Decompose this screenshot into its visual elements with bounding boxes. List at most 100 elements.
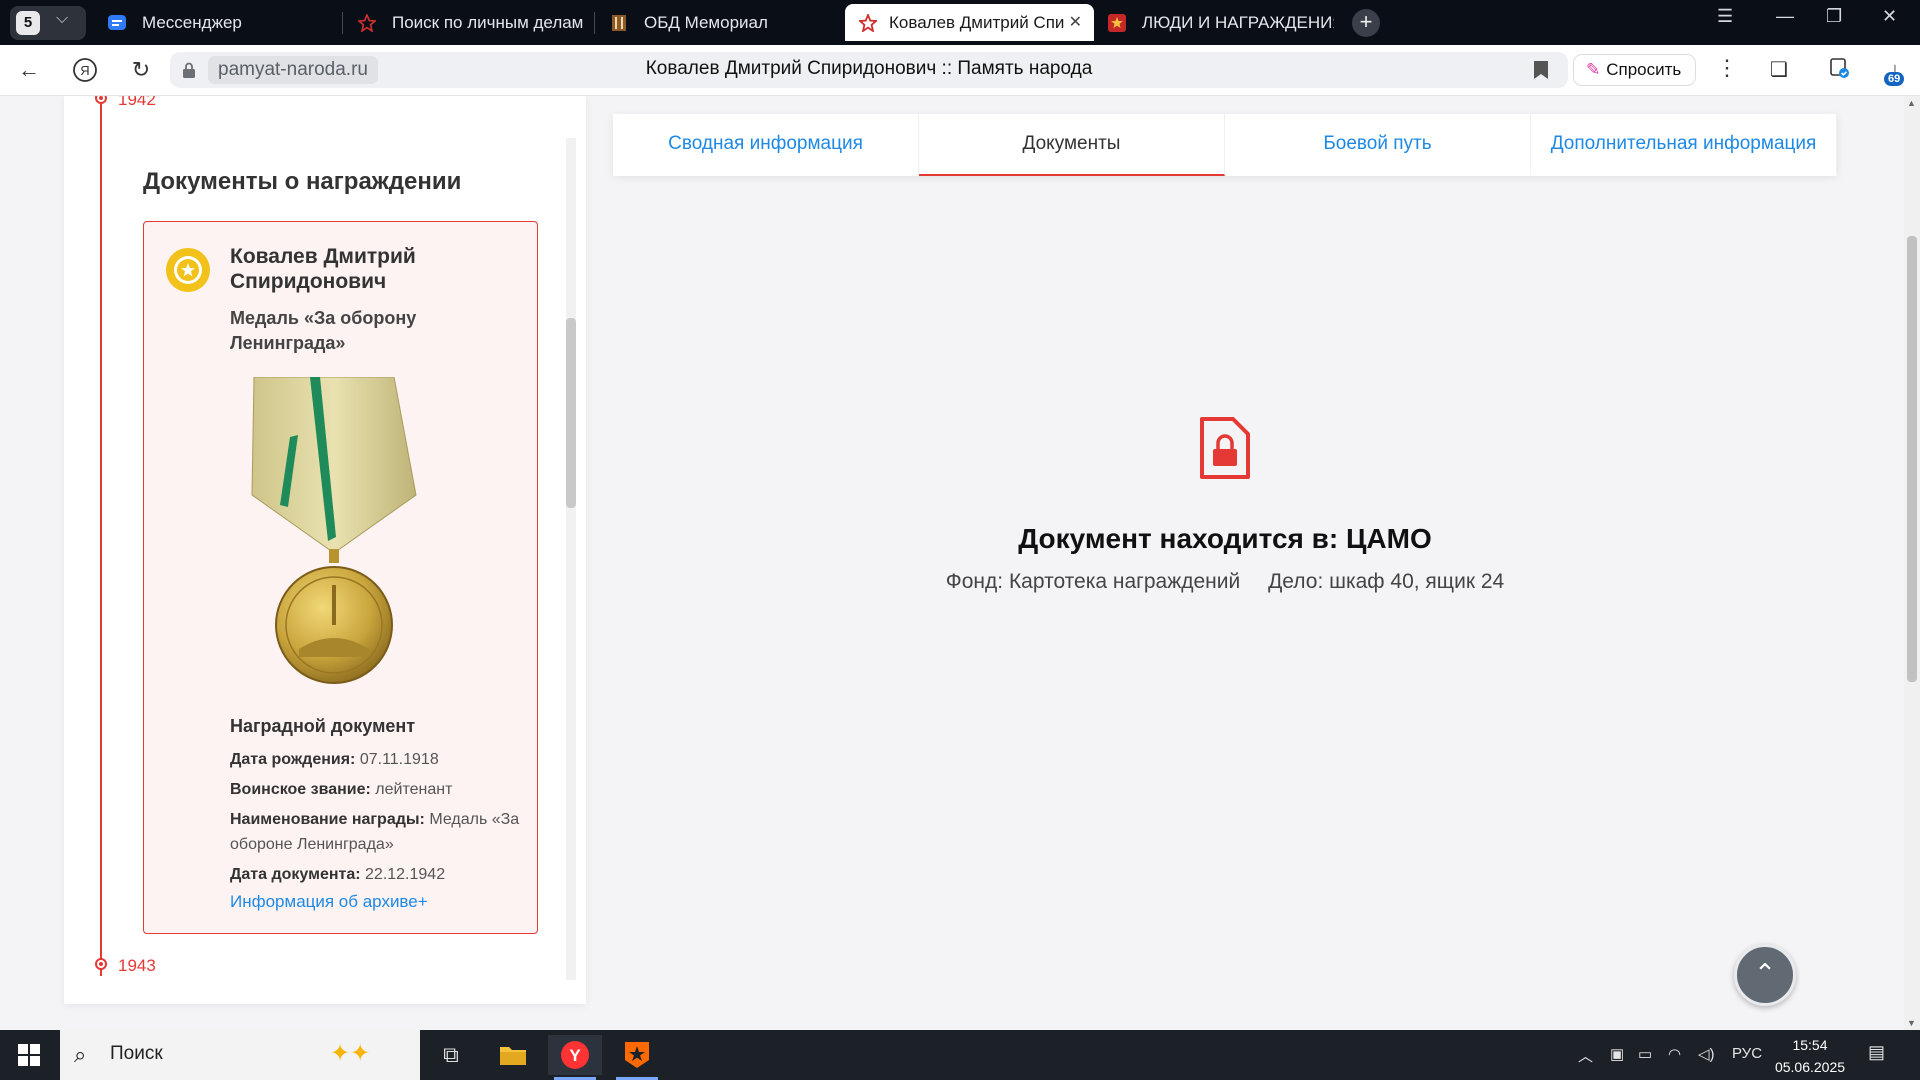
reload-icon[interactable]: ↻ [126,56,156,84]
page-scroll-thumb[interactable] [1907,236,1917,682]
tab-count: 5 [16,11,40,35]
tab-combat-path[interactable]: Боевой путь [1225,114,1531,176]
search-icon: ⌕ [74,1042,87,1067]
tab-messenger[interactable]: Мессенджер [108,4,332,41]
tab-personal-files-search[interactable]: Поиск по личным делам I [358,4,584,41]
page-title: Ковалев Дмитрий Спиридонович :: Память н… [645,58,1093,79]
sparkle-icon: ✎ [1586,60,1601,79]
meet-now-icon[interactable]: ▣ [1610,1045,1624,1063]
volume-icon[interactable]: ◁) [1698,1045,1715,1063]
tab-label: Мессенджер [142,13,242,32]
tab-additional-info[interactable]: Дополнительная информация [1531,114,1837,176]
tab-label: Поиск по личным делам I [392,13,584,32]
awards-site-icon [1108,14,1126,32]
url-field[interactable]: pamyat-naroda.ru Ковалев Дмитрий Спиридо… [170,52,1568,88]
timeline-dot [95,96,107,104]
extension-icon[interactable] [1826,57,1852,83]
birth-value: 07.11.1918 [359,751,439,768]
file-explorer-icon[interactable] [486,1035,540,1075]
panel-scroll-thumb[interactable] [566,318,576,508]
tab-people-and-awards[interactable]: ЛЮДИ И НАГРАЖДЕНИЯ [1108,4,1334,41]
rank-value: лейтенант [375,781,453,798]
downloads-badge: 69 [1884,72,1905,86]
rank-label: Воинское звание: [230,781,371,798]
tab-obd-memorial[interactable]: ОБД Мемориал [610,4,834,41]
address-bar: ← Я ↻ pamyat-naroda.ru Ковалев Дмитрий С… [0,45,1920,96]
scroll-down-arrow-icon[interactable]: ▼ [1907,1018,1916,1028]
page-tabs: Сводная информация Документы Боевой путь… [613,114,1837,176]
collections-icon[interactable]: ❏ [1766,57,1792,83]
timeline-year-1942: 1942 [118,96,156,109]
windows-taskbar: ⌕ Поиск ✦✦ ⧉ Y ︿ ▣ ▭ ◠ ◁) РУС 15:54 05.0… [0,1030,1920,1080]
more-options-icon[interactable]: ⋮ [1716,55,1738,81]
scroll-to-top-button[interactable]: ⌃ [1734,944,1796,1006]
award-name-field: Наименование награды: Медаль «За обороне… [230,807,526,857]
tray-expand-icon[interactable]: ︿ [1578,1045,1593,1066]
document-meta: Фонд: Картотека награждений Дело: шкаф 4… [613,570,1837,594]
tab-label: ОБД Мемориал [644,13,768,32]
task-view-icon[interactable]: ⧉ [424,1035,478,1075]
new-tab-button[interactable]: + [1352,9,1380,37]
tab-counter-button[interactable]: 5 ⌵ [10,6,86,40]
tab-divider [342,12,343,34]
red-star-icon [358,14,376,32]
ask-button[interactable]: ✎ Спросить [1573,54,1697,86]
yandex-logo-icon[interactable]: Я [70,56,100,90]
doc-date-field: Дата документа: 22.12.1942 [230,862,526,887]
document-fond: Фонд: Картотека награждений [945,570,1241,593]
back-arrow-icon[interactable]: ← [14,56,44,84]
taskbar-search[interactable]: ⌕ Поиск ✦✦ [60,1030,420,1080]
timeline-dot [95,958,107,970]
svg-text:Y: Y [569,1046,581,1065]
search-highlight-icon: ✦✦ [330,1040,371,1067]
tab-label: ЛЮДИ И НАГРАЖДЕНИЯ [1142,13,1334,32]
windows-start-icon[interactable] [18,1044,40,1066]
timeline-line [100,96,102,976]
tab-divider [594,12,595,34]
doc-type: Наградной документ [230,716,416,736]
menu-icon[interactable]: ☰ [1717,6,1733,27]
svg-text:Я: Я [80,63,89,78]
star-app-taskbar-icon[interactable] [610,1035,664,1080]
rank-field: Воинское звание: лейтенант [230,777,526,802]
language-indicator[interactable]: РУС [1732,1045,1762,1062]
scroll-up-arrow-icon[interactable]: ▲ [1907,98,1916,108]
chevron-down-icon: ⌵ [56,10,69,27]
close-window-icon[interactable]: ✕ [1882,6,1897,27]
award-card[interactable]: Ковалев Дмитрий Спиридонович Медаль «За … [143,221,538,934]
section-title: Документы о награждении [143,168,462,195]
battery-icon[interactable]: ▭ [1638,1045,1652,1063]
notifications-icon[interactable]: ▤ [1868,1042,1885,1063]
restore-icon[interactable]: ❐ [1826,6,1842,27]
award-label: Наименование награды: [230,811,425,828]
clock-time: 15:54 [1792,1037,1828,1053]
yandex-browser-taskbar-icon[interactable]: Y [548,1035,602,1080]
birth-date-field: Дата рождения: 07.11.1918 [230,747,526,772]
tab-kovalev-active[interactable]: Ковалев Дмитрий Спи ✕ [845,4,1094,41]
page-scrollbar[interactable]: ▲ ▼ [1904,96,1920,1030]
archive-info-link[interactable]: Информация об архиве+ [230,892,428,912]
tab-summary[interactable]: Сводная информация [613,114,919,176]
ask-label: Спросить [1606,60,1682,79]
taskbar-clock[interactable]: 15:54 05.06.2025 [1770,1034,1850,1078]
search-placeholder: Поиск [110,1043,163,1064]
timeline-year-1943[interactable]: 1943 [118,956,156,976]
browser-tab-bar: 5 ⌵ Мессенджер Поиск по личным делам I О… [0,0,1920,45]
document-location: Документ находится в: ЦАМО [1018,523,1432,554]
document-case: Дело: шкаф 40, ящик 24 [1268,570,1505,593]
clock-date: 05.06.2025 [1774,1059,1846,1075]
memorial-icon [612,15,626,31]
close-tab-icon[interactable]: ✕ [1069,4,1082,41]
medal-badge-icon [166,248,210,292]
messenger-icon [108,15,126,30]
tab-documents[interactable]: Документы [919,114,1225,176]
award-name: Медаль «За оборону Ленинграда» [230,308,417,353]
awards-timeline-panel: 1942 Документы о награждении Ковалев Дми… [64,96,586,1004]
wifi-icon[interactable]: ◠ [1668,1045,1681,1063]
minimize-icon[interactable]: — [1776,6,1794,27]
medal-image [251,377,417,684]
birth-label: Дата рождения: [230,751,356,768]
panel-scrollbar[interactable] [566,138,576,980]
tab-label: Ковалев Дмитрий Спи [889,13,1065,32]
page-content: 1942 Документы о награждении Ковалев Дми… [0,96,1904,1030]
